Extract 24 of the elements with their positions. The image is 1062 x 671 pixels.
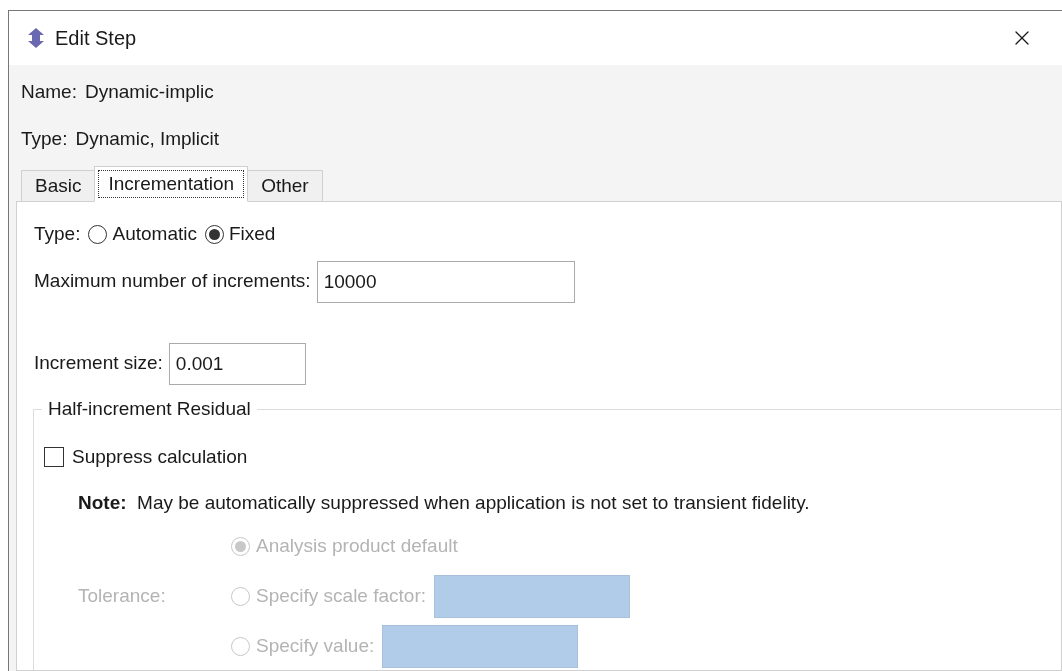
radio-label: Fixed <box>228 222 276 246</box>
radio-label: Automatic <box>112 222 197 246</box>
max-increments-field[interactable]: 10000 <box>316 260 575 303</box>
increment-size-field[interactable]: 0.001 <box>168 342 306 385</box>
field-label: Increment size: <box>34 351 163 376</box>
note-text: Note: May be automatically suppressed when application is not set to transient fidelity. <box>78 492 810 513</box>
radio-button[interactable] <box>88 224 108 244</box>
window-title: Edit Step <box>55 26 137 51</box>
type-label: Type: <box>21 126 68 151</box>
tab[interactable]: Incrementation <box>94 166 249 202</box>
field-label: Maximum number of increments: <box>34 269 311 294</box>
type-label: Type: <box>34 222 81 246</box>
radio-label: Analysis product default <box>256 534 458 559</box>
name-label: Name: <box>21 80 77 104</box>
tab[interactable]: Other <box>247 170 323 202</box>
name-value: Dynamic-implic <box>84 80 214 104</box>
type-value: Dynamic, Implicit <box>75 126 220 151</box>
tolerance-label: Tolerance: <box>78 584 167 609</box>
radio-label: Specify value: <box>256 634 375 659</box>
tab[interactable]: Basic <box>21 170 96 202</box>
radio-label: Specify scale factor: <box>256 584 427 609</box>
checkbox-label: Suppress calculation <box>72 444 248 469</box>
checkbox[interactable] <box>44 446 64 467</box>
radio-button[interactable] <box>204 224 224 244</box>
